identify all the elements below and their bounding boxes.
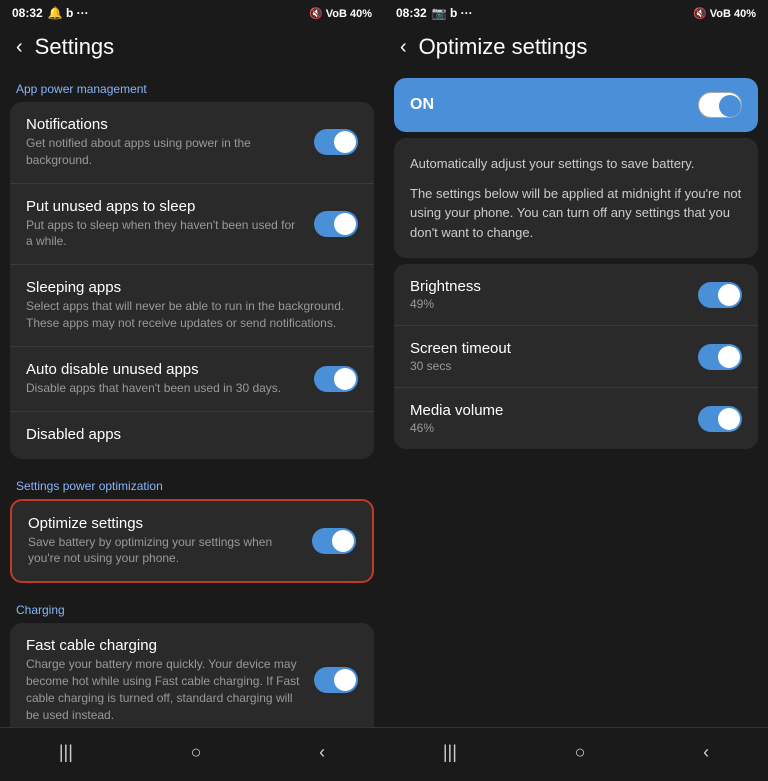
left-time: 08:32 xyxy=(12,6,43,20)
left-bottom-nav: ||| ○ ‹ xyxy=(0,727,384,781)
optimize-settings-item[interactable]: Optimize settings Save battery by optimi… xyxy=(12,501,372,582)
brightness-item[interactable]: Brightness 49% xyxy=(394,264,758,326)
sleeping-apps-subtitle: Select apps that will never be able to r… xyxy=(26,298,346,332)
brightness-subtitle: 49% xyxy=(410,297,698,311)
left-status-bar: 08:32 🔔 b ··· 🔇 VoB 40% xyxy=(0,0,384,24)
left-nav-menu[interactable]: ||| xyxy=(39,738,93,767)
on-label: ON xyxy=(410,96,434,114)
sleeping-apps-item[interactable]: Sleeping apps Select apps that will neve… xyxy=(10,265,374,347)
right-nav-menu[interactable]: ||| xyxy=(423,738,477,767)
on-master-toggle[interactable]: .on-toggle-row .toggle.on::after { backg… xyxy=(698,92,742,118)
brightness-toggle[interactable] xyxy=(698,282,742,308)
auto-disable-subtitle: Disable apps that haven't been used in 3… xyxy=(26,380,302,397)
on-toggle-row[interactable]: ON .on-toggle-row .toggle.on::after { ba… xyxy=(394,78,758,132)
screen-timeout-toggle[interactable] xyxy=(698,344,742,370)
right-back-button[interactable]: ‹ xyxy=(400,36,407,59)
right-nav-home[interactable]: ○ xyxy=(555,738,606,767)
media-volume-title: Media volume xyxy=(410,402,698,419)
right-nav-back[interactable]: ‹ xyxy=(683,738,729,767)
left-status-time: 08:32 🔔 b ··· xyxy=(12,6,89,20)
right-status-icons: 📷 b ··· xyxy=(432,6,473,20)
right-time: 08:32 xyxy=(396,6,427,20)
optimize-settings-toggle[interactable] xyxy=(312,528,356,554)
left-scroll-content[interactable]: App power management Notifications Get n… xyxy=(0,68,384,727)
fast-cable-subtitle: Charge your battery more quickly. Your d… xyxy=(26,656,302,723)
sleeping-apps-title: Sleeping apps xyxy=(26,279,346,296)
unused-sleep-item[interactable]: Put unused apps to sleep Put apps to sle… xyxy=(10,184,374,266)
optimize-items-card: Brightness 49% Screen timeout 30 secs Me… xyxy=(394,264,758,449)
media-volume-item[interactable]: Media volume 46% xyxy=(394,388,758,449)
notifications-item[interactable]: Notifications Get notified about apps us… xyxy=(10,102,374,184)
notifications-title: Notifications xyxy=(26,116,302,133)
left-nav-back[interactable]: ‹ xyxy=(299,738,345,767)
section-label-app-power: App power management xyxy=(0,68,384,102)
fast-cable-title: Fast cable charging xyxy=(26,637,302,654)
disabled-apps-title: Disabled apps xyxy=(26,426,346,443)
section-label-power-opt: Settings power optimization xyxy=(0,465,384,499)
right-scroll-content[interactable]: ON .on-toggle-row .toggle.on::after { ba… xyxy=(384,68,768,727)
notifications-toggle[interactable] xyxy=(314,129,358,155)
description-line2: The settings below will be applied at mi… xyxy=(410,184,742,243)
unused-sleep-toggle[interactable] xyxy=(314,211,358,237)
right-status-time: 08:32 📷 b ··· xyxy=(396,6,473,20)
auto-disable-item[interactable]: Auto disable unused apps Disable apps th… xyxy=(10,347,374,412)
disabled-apps-item[interactable]: Disabled apps xyxy=(10,412,374,459)
app-power-card: Notifications Get notified about apps us… xyxy=(10,102,374,459)
right-status-bar: 08:32 📷 b ··· 🔇 VoB 40% xyxy=(384,0,768,24)
unused-sleep-subtitle: Put apps to sleep when they haven't been… xyxy=(26,217,302,251)
description-line1: Automatically adjust your settings to sa… xyxy=(410,154,742,174)
left-phone-panel: 08:32 🔔 b ··· 🔇 VoB 40% ‹ Settings App p… xyxy=(0,0,384,781)
left-page-title: Settings xyxy=(35,34,115,60)
power-opt-card: Optimize settings Save battery by optimi… xyxy=(10,499,374,584)
right-status-right: 🔇 VoB 40% xyxy=(693,7,756,20)
right-header: ‹ Optimize settings xyxy=(384,24,768,68)
description-card: Automatically adjust your settings to sa… xyxy=(394,138,758,258)
optimize-settings-subtitle: Save battery by optimizing your settings… xyxy=(28,534,300,568)
fast-cable-item[interactable]: Fast cable charging Charge your battery … xyxy=(10,623,374,727)
screen-timeout-item[interactable]: Screen timeout 30 secs xyxy=(394,326,758,388)
fast-cable-toggle[interactable] xyxy=(314,667,358,693)
left-status-icons: 🔔 b ··· xyxy=(48,6,89,20)
right-page-title: Optimize settings xyxy=(419,34,588,60)
charging-card: Fast cable charging Charge your battery … xyxy=(10,623,374,727)
auto-disable-toggle[interactable] xyxy=(314,366,358,392)
brightness-title: Brightness xyxy=(410,278,698,295)
right-battery: 🔇 VoB 40% xyxy=(693,7,756,20)
left-battery: 🔇 VoB 40% xyxy=(309,7,372,20)
section-label-charging: Charging xyxy=(0,589,384,623)
screen-timeout-subtitle: 30 secs xyxy=(410,359,698,373)
media-volume-subtitle: 46% xyxy=(410,421,698,435)
unused-sleep-title: Put unused apps to sleep xyxy=(26,198,302,215)
notifications-subtitle: Get notified about apps using power in t… xyxy=(26,135,302,169)
auto-disable-title: Auto disable unused apps xyxy=(26,361,302,378)
left-nav-home[interactable]: ○ xyxy=(171,738,222,767)
left-back-button[interactable]: ‹ xyxy=(16,36,23,59)
right-bottom-nav: ||| ○ ‹ xyxy=(384,727,768,781)
optimize-settings-title: Optimize settings xyxy=(28,515,300,532)
left-header: ‹ Settings xyxy=(0,24,384,68)
right-phone-panel: 08:32 📷 b ··· 🔇 VoB 40% ‹ Optimize setti… xyxy=(384,0,768,781)
media-volume-toggle[interactable] xyxy=(698,406,742,432)
left-status-right: 🔇 VoB 40% xyxy=(309,7,372,20)
screen-timeout-title: Screen timeout xyxy=(410,340,698,357)
